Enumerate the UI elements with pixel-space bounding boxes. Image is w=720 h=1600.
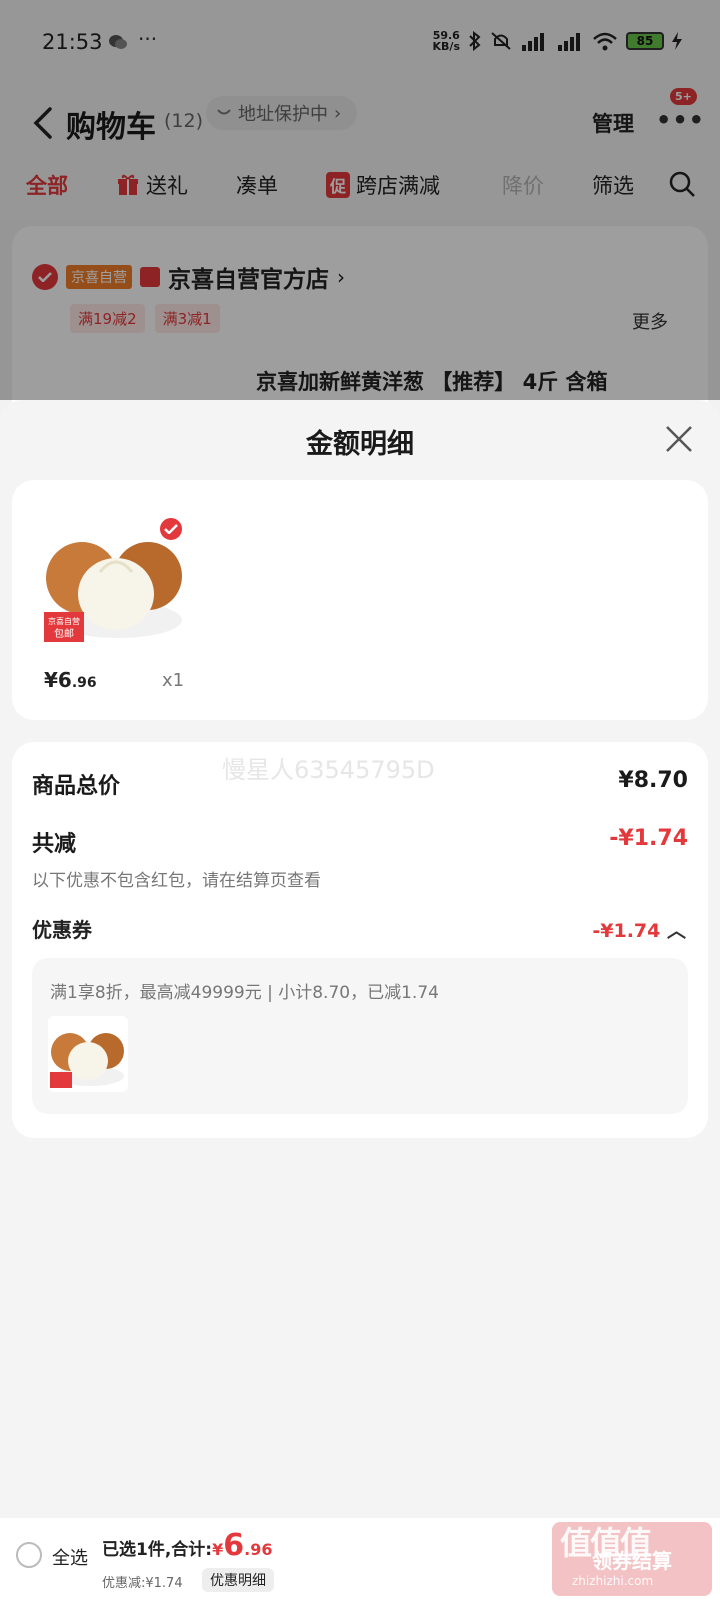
item-price: ¥6.96 bbox=[44, 668, 97, 692]
chevron-up-icon: ︿ bbox=[666, 920, 686, 942]
close-icon[interactable] bbox=[664, 424, 694, 454]
coupon-toggle[interactable]: -¥1.74 ︿ bbox=[592, 916, 686, 943]
product-badge-bottom: 包邮 bbox=[54, 627, 74, 640]
coupon-label: 优惠券 bbox=[32, 918, 92, 942]
coupon-product-image bbox=[48, 1016, 128, 1092]
coupon-description: 满1享8折，最高减49999元 | 小计8.70，已减1.74 bbox=[50, 983, 439, 1003]
discount-summary: 优惠减:¥1.74 bbox=[102, 1576, 183, 1591]
select-all-radio[interactable] bbox=[16, 1542, 42, 1568]
select-all-label[interactable]: 全选 bbox=[52, 1544, 88, 1570]
total-discount-label: 共减 bbox=[32, 832, 77, 857]
total-price-label: 商品总价 bbox=[32, 774, 121, 799]
sheet-title: 金额明细 bbox=[306, 429, 414, 460]
item-check-icon[interactable] bbox=[158, 516, 184, 542]
product-badge-top: 京喜自营 bbox=[48, 616, 80, 626]
coupon-detail-box: 满1享8折，最高减49999元 | 小计8.70，已减1.74 bbox=[32, 958, 688, 1114]
total-discount-value: -¥1.74 bbox=[609, 826, 688, 851]
site-watermark-logo: 值值值 bbox=[560, 1524, 652, 1562]
discount-note: 以下优惠不包含红包，请在结算页查看 bbox=[32, 871, 321, 891]
checkout-bar: 全选 已选1件,合计:¥6.96 优惠减:¥1.74 优惠明细 领券结算 值值值… bbox=[0, 1518, 720, 1600]
amount-detail-sheet: 金额明细 京喜自营 包邮 ¥6.96 x1 慢星人63545795D 商品总价 … bbox=[0, 400, 720, 1520]
discount-detail-button[interactable]: 优惠明细 bbox=[202, 1568, 274, 1592]
selection-summary: 已选1件,合计:¥6.96 bbox=[102, 1528, 273, 1563]
selected-item-card: 京喜自营 包邮 ¥6.96 x1 bbox=[12, 480, 708, 720]
user-watermark: 慢星人63545795D bbox=[222, 756, 435, 784]
total-amount: ¥6.96 bbox=[212, 1528, 273, 1563]
item-quantity: x1 bbox=[162, 670, 185, 691]
total-price-value: ¥8.70 bbox=[618, 768, 688, 793]
price-breakdown-card: 慢星人63545795D 商品总价 ¥8.70 共减 -¥1.74 以下优惠不包… bbox=[12, 742, 708, 1138]
site-watermark-url: zhizhizhi.com bbox=[572, 1574, 654, 1588]
dim-overlay[interactable] bbox=[0, 0, 720, 400]
